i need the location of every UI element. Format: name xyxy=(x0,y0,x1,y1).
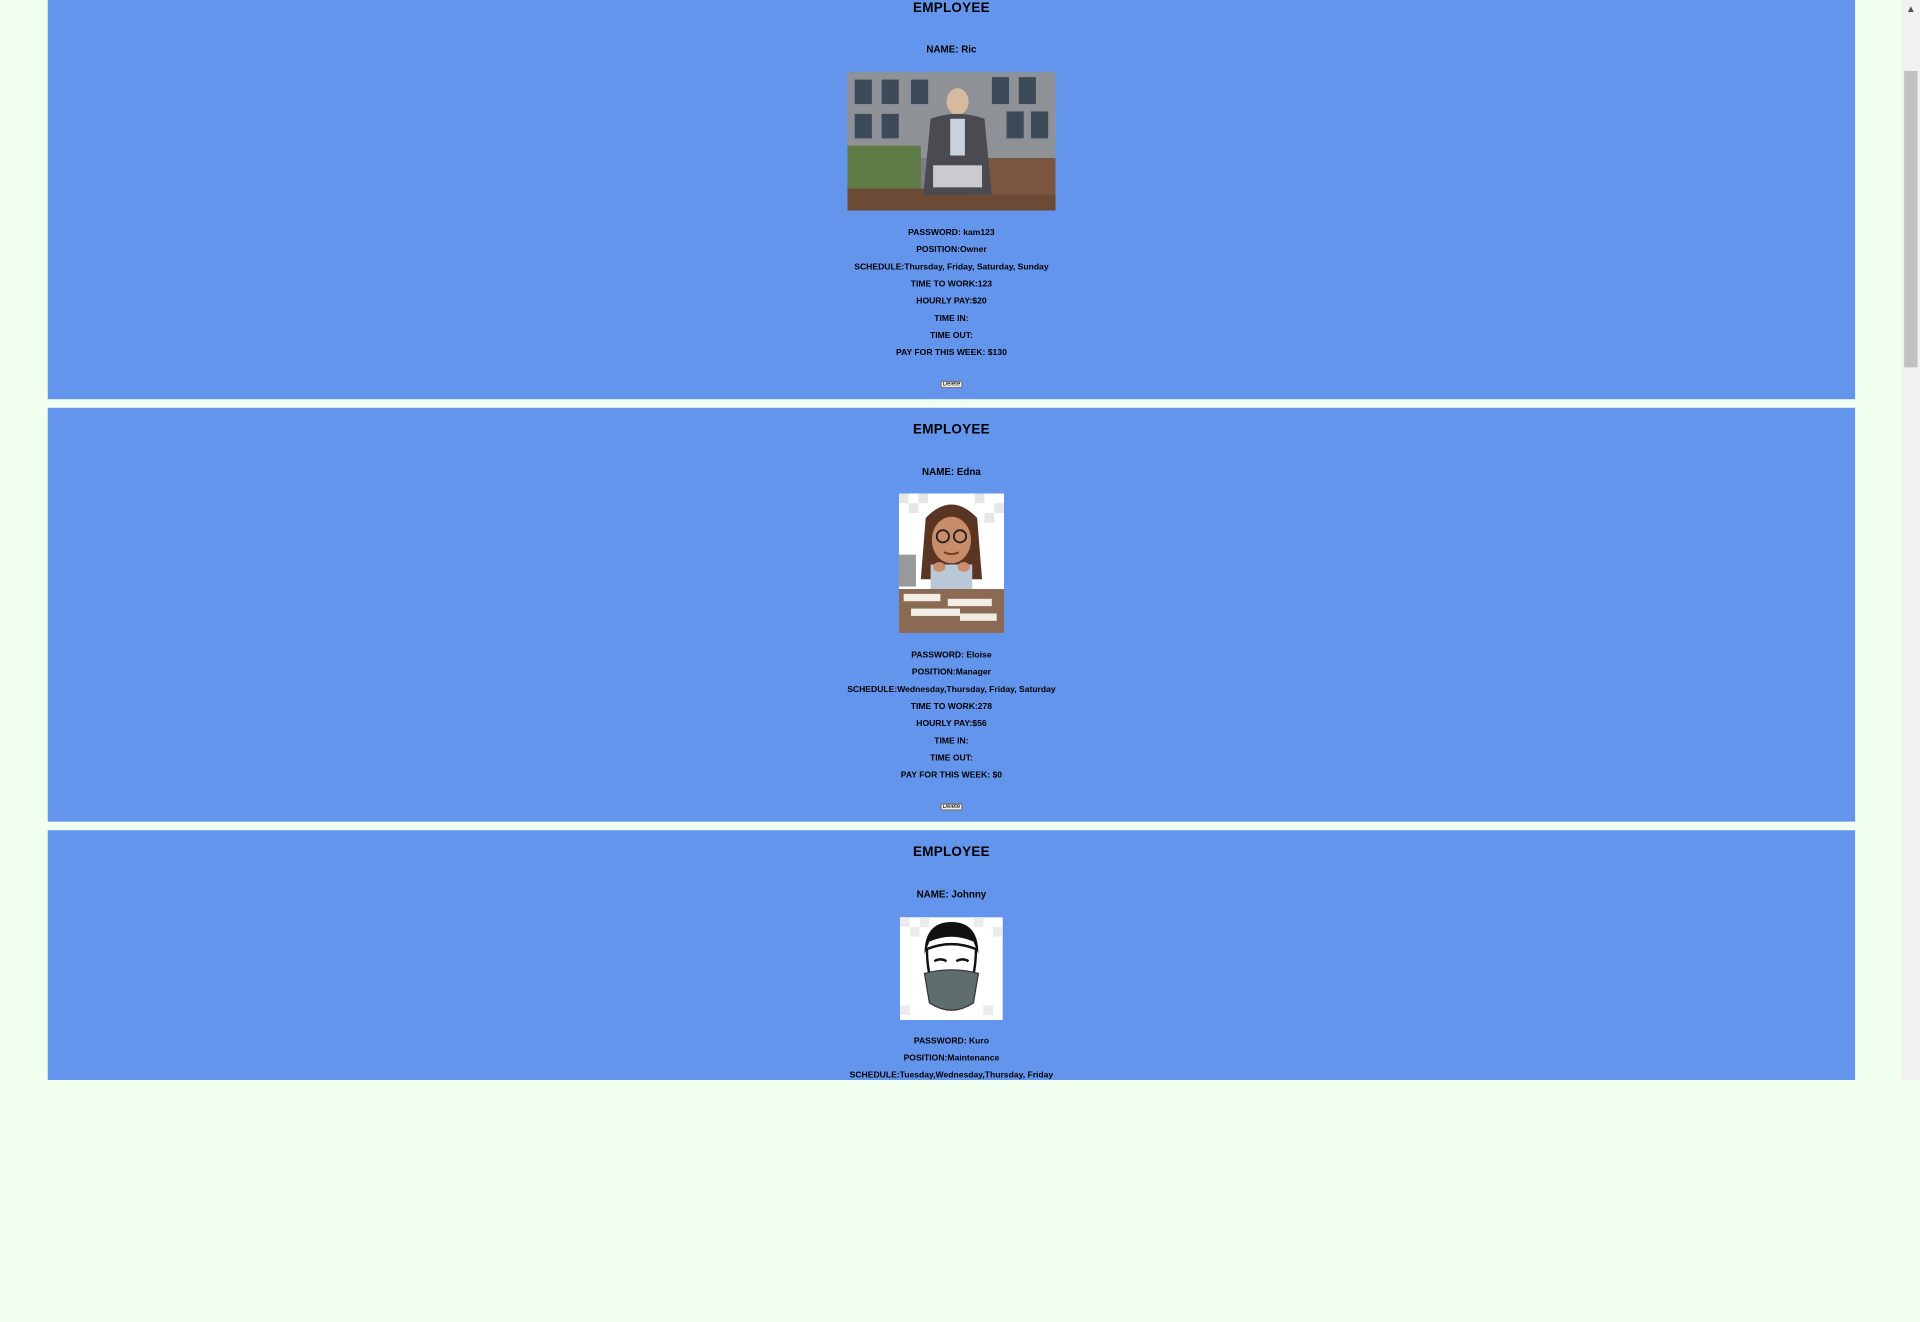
vertical-scrollbar[interactable]: ▲ xyxy=(1901,0,1920,1081)
employee-time-in: TIME IN: xyxy=(934,314,969,324)
employee-time-to-work: TIME TO WORK:278 xyxy=(910,702,993,712)
employee-card: EMPLOYEE NAME: Johnny PASSWORD: Kuro POS… xyxy=(47,830,1856,1081)
delete-button[interactable]: Delete xyxy=(940,380,963,389)
employee-pay-week: PAY FOR THIS WEEK: $0 xyxy=(900,771,1003,781)
employee-name: NAME: Johnny xyxy=(916,888,987,901)
employee-password: PASSWORD: Kuro xyxy=(913,1037,989,1046)
employee-photo xyxy=(900,917,1003,1021)
employee-list-viewport: EMPLOYEE NAME: Ric PASSWORD: kam123 POSI… xyxy=(0,0,1920,1081)
employee-time-out: TIME OUT: xyxy=(930,754,973,763)
employee-position: POSITION:Manager xyxy=(911,668,991,678)
employee-time-in: TIME IN: xyxy=(934,737,969,746)
employee-photo xyxy=(847,72,1056,211)
employee-card: EMPLOYEE NAME: Edna PASSWORD: Eloise POS… xyxy=(47,407,1856,822)
scrollbar-thumb[interactable] xyxy=(1904,71,1918,368)
photo-man-on-bench xyxy=(847,72,1056,211)
page: EMPLOYEE NAME: Ric PASSWORD: kam123 POSI… xyxy=(0,0,1920,1322)
employee-password: PASSWORD: Eloise xyxy=(911,651,992,661)
employee-hourly-pay: HOURLY PAY:$56 xyxy=(916,720,987,729)
employee-position: POSITION:Owner xyxy=(916,246,987,255)
card-heading: EMPLOYEE xyxy=(913,844,990,860)
employee-photo xyxy=(898,493,1005,634)
employee-schedule: SCHEDULE:Tuesday,Wednesday,Thursday, Fri… xyxy=(849,1071,1054,1081)
card-heading: EMPLOYEE xyxy=(913,1,990,16)
employee-card: EMPLOYEE NAME: Ric PASSWORD: kam123 POSI… xyxy=(47,0,1856,400)
scroll-up-arrow-icon[interactable]: ▲ xyxy=(1902,0,1920,18)
delete-button[interactable]: Delete xyxy=(940,803,963,811)
photo-masked-man-avatar xyxy=(900,917,1003,1021)
card-heading: EMPLOYEE xyxy=(913,422,990,438)
employee-time-out: TIME OUT: xyxy=(930,331,973,341)
employee-name: NAME: Edna xyxy=(922,466,981,478)
employee-schedule: SCHEDULE:Wednesday,Thursday, Friday, Sat… xyxy=(847,685,1056,695)
employee-position: POSITION:Maintenance xyxy=(903,1054,1000,1063)
employee-hourly-pay: HOURLY PAY:$20 xyxy=(916,297,987,307)
employee-time-to-work: TIME TO WORK:123 xyxy=(910,280,993,289)
employee-pay-week: PAY FOR THIS WEEK: $130 xyxy=(896,348,1007,358)
employee-schedule: SCHEDULE:Thursday, Friday, Saturday, Sun… xyxy=(854,263,1049,272)
photo-cartoon-woman xyxy=(898,493,1005,634)
employee-password: PASSWORD: kam123 xyxy=(908,228,995,238)
employee-name: NAME: Ric xyxy=(926,44,977,56)
